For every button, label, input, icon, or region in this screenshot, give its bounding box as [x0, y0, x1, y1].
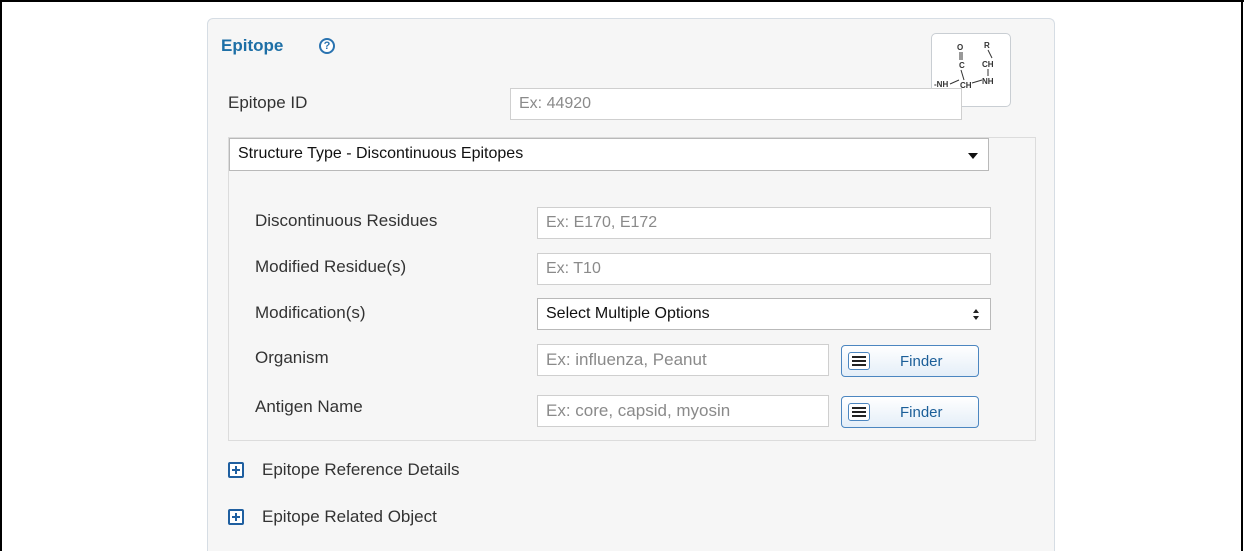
- plus-square-icon: [228, 462, 244, 478]
- updown-arrows-icon: [971, 309, 981, 321]
- organism-input[interactable]: [537, 344, 829, 376]
- discontinuous-residues-label: Discontinuous Residues: [255, 211, 438, 230]
- modified-residues-input[interactable]: [537, 253, 991, 285]
- antigen-name-finder-button[interactable]: Finder: [841, 396, 979, 428]
- list-icon: [848, 403, 870, 421]
- plus-square-icon: [228, 509, 244, 525]
- chevron-down-icon: [968, 153, 978, 159]
- question-circle-icon[interactable]: ?: [319, 38, 335, 54]
- modifications-value: Select Multiple Options: [546, 305, 710, 322]
- expander-label: Epitope Related Object: [262, 507, 437, 526]
- epitope-id-label: Epitope ID: [228, 93, 308, 112]
- svg-text:C: C: [959, 61, 965, 70]
- svg-text:CH: CH: [982, 60, 994, 69]
- expander-label: Epitope Reference Details: [262, 460, 460, 479]
- modified-residues-label: Modified Residue(s): [255, 257, 407, 276]
- organism-finder-label: Finder: [900, 353, 943, 370]
- discontinuous-residues-input[interactable]: [537, 207, 991, 239]
- antigen-name-input[interactable]: [537, 395, 829, 427]
- frame-right-border: [1241, 0, 1243, 551]
- modifications-label: Modification(s): [255, 303, 366, 322]
- frame-top-border: [0, 0, 1244, 2]
- structure-type-select[interactable]: Structure Type - Discontinuous Epitopes: [229, 138, 989, 171]
- list-icon: [848, 352, 870, 370]
- antigen-name-finder-label: Finder: [900, 404, 943, 421]
- panel-title: Epitope: [221, 36, 284, 55]
- structure-type-value: Structure Type - Discontinuous Epitopes: [238, 145, 524, 162]
- modifications-select[interactable]: Select Multiple Options: [537, 298, 991, 330]
- organism-finder-button[interactable]: Finder: [841, 345, 979, 377]
- epitope-panel: Epitope ? O R C CH -NH CH NH Epitope ID …: [207, 18, 1055, 551]
- epitope-id-input[interactable]: [510, 88, 962, 120]
- organism-label: Organism: [255, 348, 329, 367]
- structure-section: Structure Type - Discontinuous Epitopes …: [228, 137, 1036, 441]
- svg-text:R: R: [984, 41, 990, 50]
- svg-text:O: O: [957, 43, 963, 52]
- antigen-name-label: Antigen Name: [255, 397, 363, 416]
- frame-left-border: [0, 0, 2, 551]
- svg-text:NH: NH: [982, 77, 994, 86]
